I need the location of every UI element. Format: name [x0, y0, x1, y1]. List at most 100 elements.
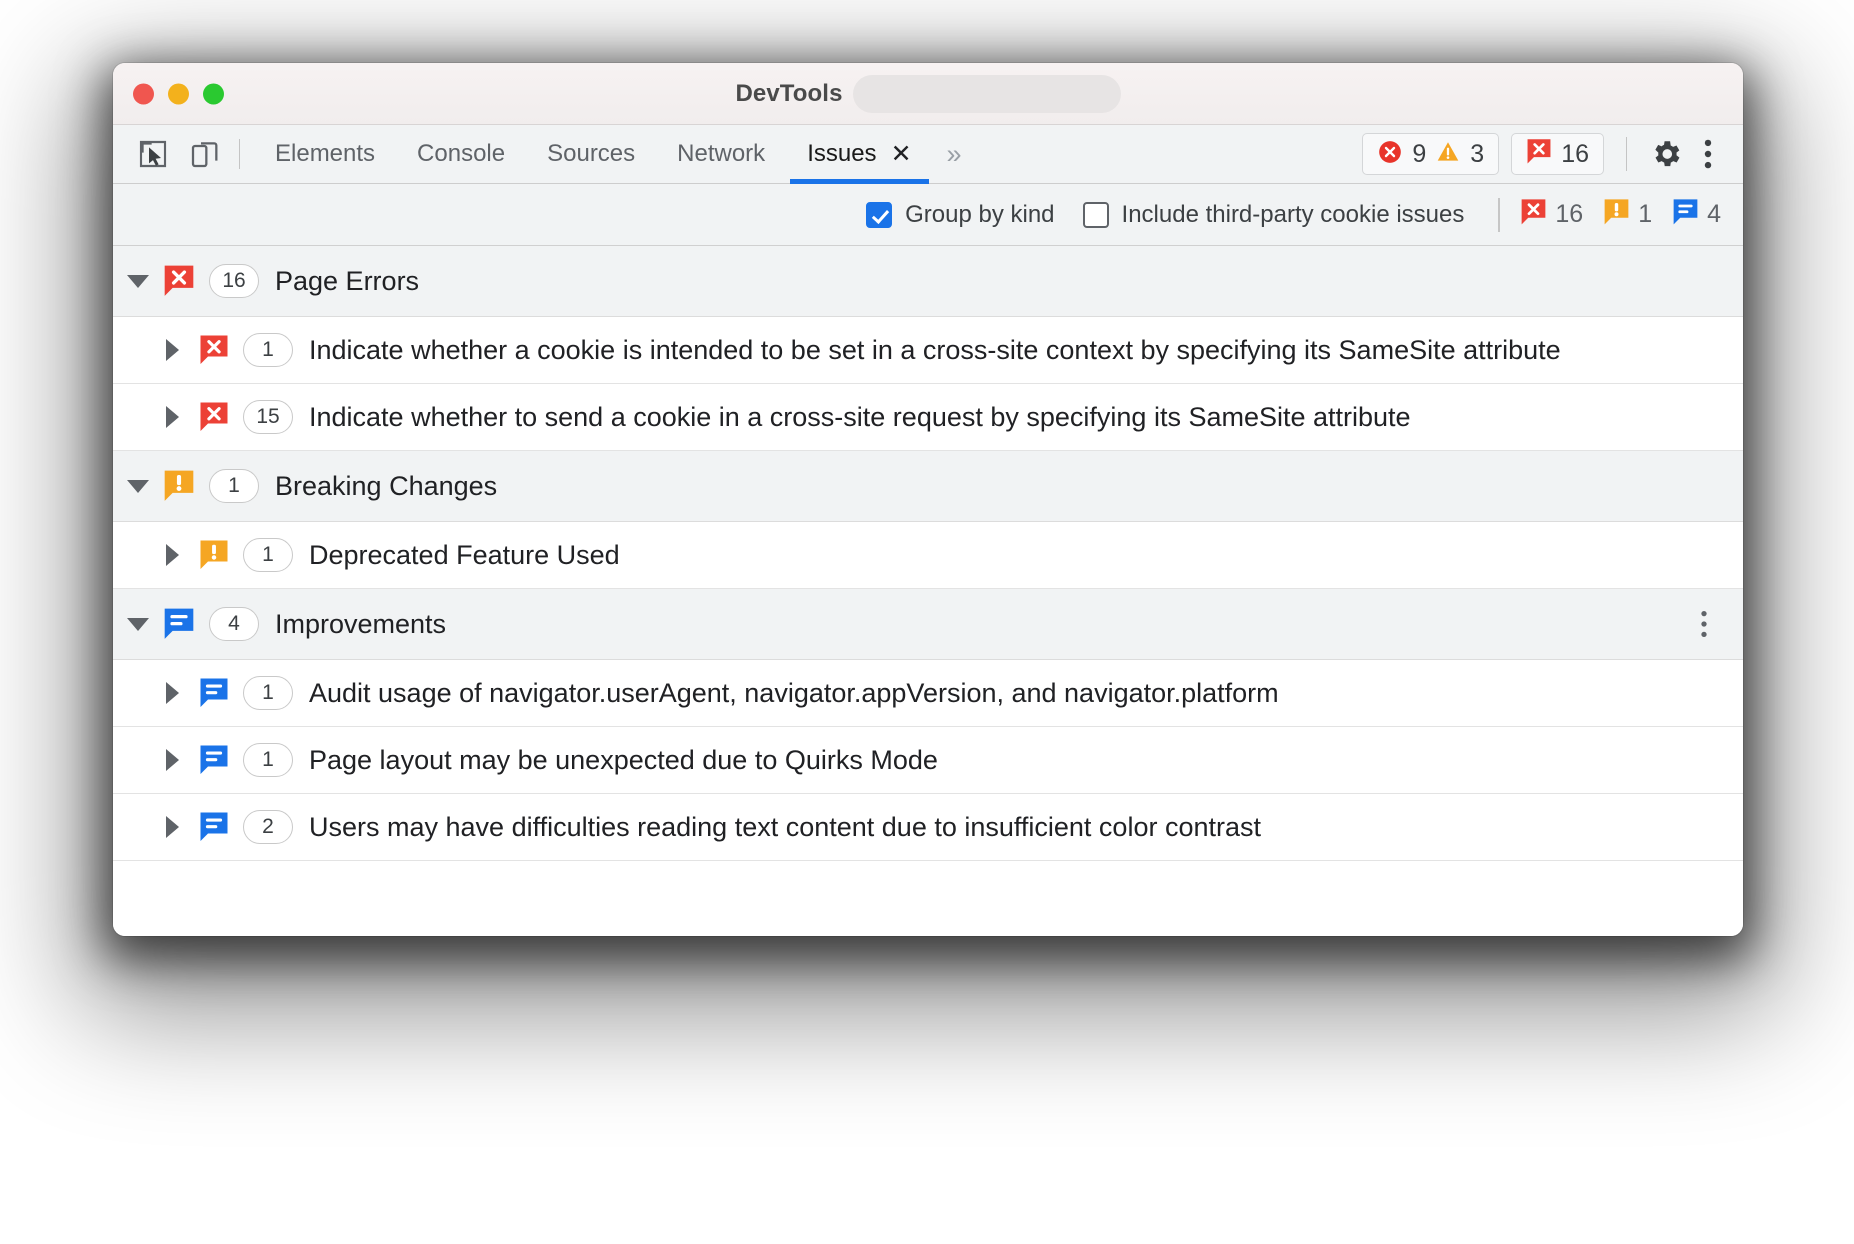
- third-party-cookie-checkbox[interactable]: Include third-party cookie issues: [1083, 201, 1465, 229]
- chevron-right-icon[interactable]: [166, 682, 179, 704]
- devtools-window: DevTools Elemen: [113, 63, 1743, 936]
- issue-row[interactable]: 2 Users may have difficulties reading te…: [113, 794, 1743, 861]
- traffic-lights: [133, 83, 224, 104]
- issue-info-icon: [199, 677, 229, 710]
- issue-count-badge: 2: [243, 810, 293, 844]
- group-count-badge: 4: [209, 607, 259, 641]
- issue-row[interactable]: 1 Page layout may be unexpected due to Q…: [113, 727, 1743, 794]
- tabbar-right-group: 9 3: [1350, 125, 1743, 183]
- issue-warning-icon: [163, 469, 195, 504]
- filter-warning-count: 1: [1603, 198, 1652, 232]
- error-circle-icon: [1377, 139, 1403, 170]
- tab-network[interactable]: Network: [656, 125, 786, 183]
- issue-error-icon: [163, 264, 195, 299]
- issue-title: Page layout may be unexpected due to Qui…: [309, 743, 938, 778]
- close-window-button[interactable]: [133, 83, 154, 104]
- tab-issues[interactable]: Issues ✕: [786, 125, 932, 183]
- group-title: Breaking Changes: [275, 471, 497, 502]
- issue-row[interactable]: 1 Audit usage of navigator.userAgent, na…: [113, 660, 1743, 727]
- chevron-right-icon[interactable]: [166, 544, 179, 566]
- device-toolbar-icon[interactable]: [179, 125, 231, 183]
- console-counters[interactable]: 9 3: [1362, 133, 1499, 175]
- chevron-down-icon[interactable]: [127, 480, 149, 493]
- error-count: 9: [1412, 140, 1426, 169]
- issue-error-icon: [199, 401, 229, 434]
- issue-title: Indicate whether to send a cookie in a c…: [309, 400, 1411, 435]
- third-party-cookie-label: Include third-party cookie issues: [1122, 201, 1465, 229]
- tab-console-label: Console: [417, 140, 505, 168]
- filter-info-count: 4: [1672, 198, 1721, 232]
- filter-error-value: 16: [1555, 200, 1583, 229]
- chevron-down-icon[interactable]: [127, 618, 149, 631]
- issue-row[interactable]: 1 Deprecated Feature Used: [113, 522, 1743, 589]
- checkbox-box-unchecked[interactable]: [1083, 202, 1109, 228]
- tab-elements[interactable]: Elements: [254, 125, 396, 183]
- issue-group-page-errors[interactable]: 16 Page Errors: [113, 246, 1743, 317]
- chevron-right-icon[interactable]: [166, 816, 179, 838]
- tab-elements-label: Elements: [275, 140, 375, 168]
- chevron-right-icon[interactable]: [166, 339, 179, 361]
- warning-triangle-icon: [1435, 139, 1461, 170]
- tabbar-divider: [1626, 137, 1627, 171]
- gear-icon[interactable]: [1645, 133, 1687, 175]
- titlebar-center: DevTools: [113, 75, 1743, 113]
- screenshot-root: DevTools Elemen: [0, 0, 1854, 1244]
- more-tabs-icon[interactable]: »: [933, 125, 976, 183]
- issue-count-badge: 1: [243, 538, 293, 572]
- issues-list: 16 Page Errors 1 Indicate whether a cook…: [113, 246, 1743, 936]
- group-count-badge: 16: [209, 264, 259, 298]
- issue-row[interactable]: 1 Indicate whether a cookie is intended …: [113, 317, 1743, 384]
- issue-info-icon: [163, 607, 195, 642]
- kebab-menu-icon[interactable]: [1687, 133, 1729, 175]
- inspect-cursor-icon[interactable]: [127, 125, 179, 183]
- checkbox-box-checked[interactable]: [866, 202, 892, 228]
- group-by-kind-label: Group by kind: [905, 201, 1054, 229]
- chevron-down-icon[interactable]: [127, 275, 149, 288]
- issues-count: 16: [1561, 140, 1589, 169]
- issue-error-icon: [1526, 138, 1552, 171]
- group-kebab-menu-icon[interactable]: [1687, 604, 1721, 644]
- titlebar-pill: [853, 75, 1121, 113]
- group-title: Page Errors: [275, 266, 419, 297]
- issue-group-breaking-changes[interactable]: 1 Breaking Changes: [113, 451, 1743, 522]
- issues-filterbar: Group by kind Include third-party cookie…: [113, 184, 1743, 246]
- issue-info-icon: [199, 811, 229, 844]
- issue-info-icon: [1672, 198, 1699, 232]
- issue-title: Users may have difficulties reading text…: [309, 810, 1261, 845]
- group-by-kind-checkbox[interactable]: Group by kind: [866, 201, 1054, 229]
- toolbar-divider: [239, 139, 240, 169]
- issue-info-icon: [199, 744, 229, 777]
- filterbar-divider: [1498, 198, 1500, 232]
- issues-counter[interactable]: 16: [1511, 133, 1604, 175]
- chevron-right-icon[interactable]: [166, 749, 179, 771]
- group-title: Improvements: [275, 609, 446, 640]
- group-count-badge: 1: [209, 469, 259, 503]
- tab-console[interactable]: Console: [396, 125, 526, 183]
- window-title: DevTools: [735, 80, 842, 108]
- minimize-window-button[interactable]: [168, 83, 189, 104]
- issue-title: Deprecated Feature Used: [309, 538, 620, 573]
- warning-count: 3: [1470, 140, 1484, 169]
- tab-network-label: Network: [677, 140, 765, 168]
- issue-count-badge: 1: [243, 743, 293, 777]
- issue-title: Audit usage of navigator.userAgent, navi…: [309, 676, 1279, 711]
- tab-sources[interactable]: Sources: [526, 125, 656, 183]
- issue-count-badge: 1: [243, 333, 293, 367]
- issue-title: Indicate whether a cookie is intended to…: [309, 333, 1561, 368]
- issue-count-badge: 1: [243, 676, 293, 710]
- close-icon[interactable]: ✕: [891, 142, 912, 167]
- issue-error-icon: [1520, 198, 1547, 232]
- issue-row[interactable]: 15 Indicate whether to send a cookie in …: [113, 384, 1743, 451]
- zoom-window-button[interactable]: [203, 83, 224, 104]
- devtools-tabbar: Elements Console Sources Network Issues …: [113, 125, 1743, 184]
- window-titlebar: DevTools: [113, 63, 1743, 125]
- issue-error-icon: [199, 334, 229, 367]
- filter-error-count: 16: [1520, 198, 1583, 232]
- issue-warning-icon: [199, 539, 229, 572]
- tab-sources-label: Sources: [547, 140, 635, 168]
- chevron-right-icon[interactable]: [166, 406, 179, 428]
- issue-count-badge: 15: [243, 400, 293, 434]
- issue-warning-icon: [1603, 198, 1630, 232]
- filter-info-value: 4: [1707, 200, 1721, 229]
- issue-group-improvements[interactable]: 4 Improvements: [113, 589, 1743, 660]
